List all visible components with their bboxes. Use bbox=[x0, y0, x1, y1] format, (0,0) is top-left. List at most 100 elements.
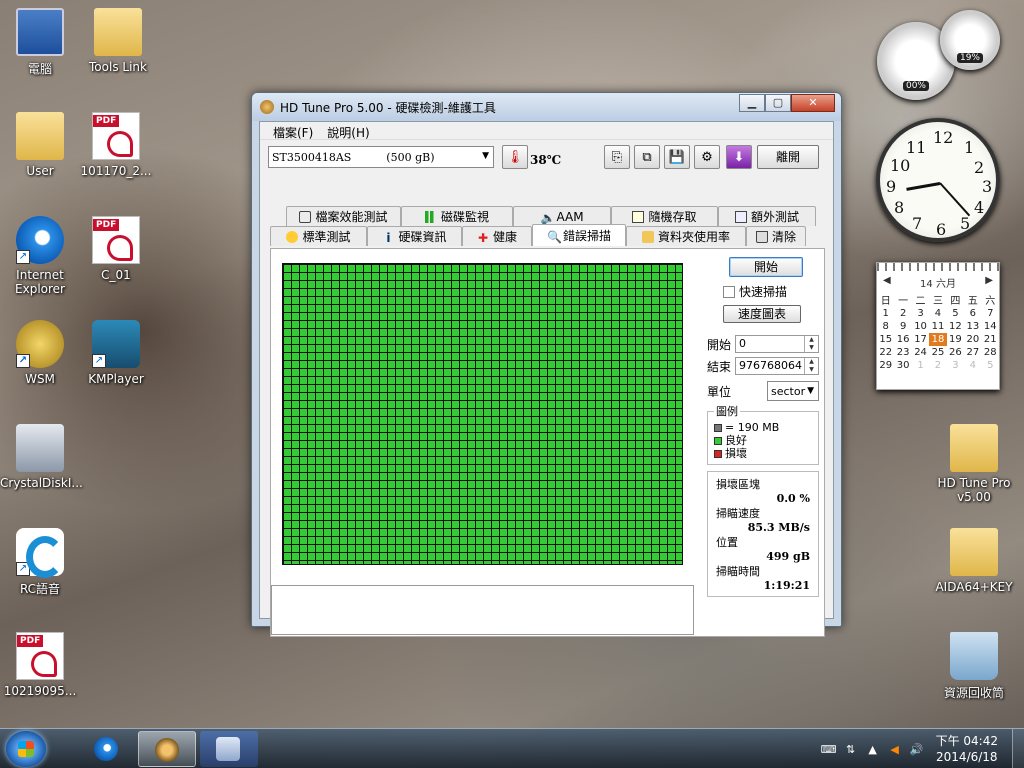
flag-icon[interactable]: ◀ bbox=[886, 743, 904, 756]
tab-benchmark[interactable]: 標準測試 bbox=[270, 226, 367, 246]
position-label: 位置 bbox=[716, 536, 738, 549]
tab-disk-monitor[interactable]: 磁碟監視 bbox=[401, 206, 513, 226]
calendar-next-icon[interactable]: ▶ bbox=[985, 275, 993, 290]
minimize-button[interactable]: ▁ bbox=[739, 94, 765, 112]
quick-scan-checkbox[interactable] bbox=[723, 285, 735, 298]
tab-health[interactable]: ✚ 健康 bbox=[462, 226, 532, 246]
calendar-day[interactable]: 19 bbox=[947, 333, 964, 346]
calendar-day[interactable]: 13 bbox=[964, 320, 981, 333]
tab-info[interactable]: i 硬碟資訊 bbox=[367, 226, 462, 246]
desktop-icon-rc-voice[interactable]: ↗ RC語音 bbox=[0, 528, 80, 597]
menu-file[interactable]: 檔案(F) bbox=[266, 122, 320, 140]
calendar-day[interactable]: 22 bbox=[877, 346, 894, 359]
network-icon[interactable]: ⇅ bbox=[842, 743, 860, 756]
calendar-day[interactable]: 24 bbox=[912, 346, 929, 359]
tab-file-benchmark[interactable]: 檔案效能測試 bbox=[286, 206, 401, 226]
unit-select[interactable]: sector ▼ bbox=[767, 381, 819, 401]
calendar-day[interactable]: 8 bbox=[877, 320, 894, 333]
calendar-day[interactable]: 29 bbox=[877, 359, 894, 372]
spinner-arrows-icon[interactable]: ▲ ▼ bbox=[804, 336, 818, 352]
desktop-icon-pdf-101170[interactable]: 101170_2... bbox=[76, 112, 156, 178]
options-button[interactable]: ⚙ bbox=[694, 145, 720, 169]
calendar-gadget[interactable]: ◀ 14 六月 ▶ 日 一 二 三 四 五 六 1 2 3 4 5 6 7 8 9 10 11 12 1… bbox=[876, 262, 1000, 390]
taskbar-disk-tool[interactable] bbox=[200, 731, 258, 767]
desktop-icon-kmplayer[interactable]: ↗ KMPlayer bbox=[76, 320, 156, 386]
calendar-day[interactable]: 11 bbox=[929, 320, 946, 333]
drive-select[interactable]: ST3500418AS (500 gB) ▼ bbox=[268, 146, 494, 168]
start-button[interactable] bbox=[6, 731, 46, 767]
tab-random-access[interactable]: 隨機存取 bbox=[611, 206, 718, 226]
calendar-day[interactable]: 16 bbox=[894, 333, 911, 346]
desktop-icon-computer[interactable]: 電腦 bbox=[0, 8, 80, 77]
clock-gadget[interactable]: 12 1 2 3 4 5 6 7 8 9 10 11 bbox=[876, 118, 1000, 242]
desktop-icon-pdf-10219095[interactable]: 10219095... bbox=[0, 632, 80, 698]
calendar-day[interactable]: 17 bbox=[912, 333, 929, 346]
tab-aam[interactable]: 🔈 AAM bbox=[513, 206, 611, 226]
memory-meter-gadget[interactable]: 19% bbox=[940, 10, 1000, 70]
taskbar-hdtune[interactable] bbox=[138, 731, 196, 767]
tab-erase[interactable]: 清除 bbox=[746, 226, 806, 246]
taskbar-clock[interactable]: 下午 04:42 2014/6/18 bbox=[936, 733, 998, 765]
desktop-icon-crystaldiskinfo[interactable]: CrystalDiskI... bbox=[0, 424, 83, 490]
start-scan-button[interactable]: 開始 bbox=[729, 257, 803, 277]
calendar-day[interactable]: 4 bbox=[929, 307, 946, 320]
hdtune-app-icon bbox=[260, 100, 274, 114]
calendar-day[interactable]: 14 bbox=[982, 320, 999, 333]
calendar-day[interactable]: 4 bbox=[964, 359, 981, 372]
tab-error-scan[interactable]: 🔍 錯誤掃描 bbox=[532, 224, 626, 246]
keyboard-icon[interactable]: ⌨ bbox=[820, 743, 838, 756]
desktop-icon-internet-explorer[interactable]: ↗ Internet Explorer bbox=[0, 216, 80, 296]
desktop-icon-pdf-c01[interactable]: C_01 bbox=[76, 216, 156, 282]
calendar-day[interactable]: 3 bbox=[912, 307, 929, 320]
calendar-day[interactable]: 20 bbox=[964, 333, 981, 346]
show-hidden-icons-icon[interactable]: ▲ bbox=[864, 743, 882, 756]
download-button[interactable]: ⬇ bbox=[726, 145, 752, 169]
tab-folder-usage[interactable]: 資料夾使用率 bbox=[626, 226, 746, 246]
calendar-day[interactable]: 1 bbox=[877, 307, 894, 320]
calendar-day[interactable]: 26 bbox=[947, 346, 964, 359]
maximize-button[interactable]: ▢ bbox=[765, 94, 791, 112]
calendar-day[interactable]: 28 bbox=[982, 346, 999, 359]
rc-voice-icon: ↗ bbox=[16, 528, 64, 578]
calendar-day[interactable]: 27 bbox=[964, 346, 981, 359]
calendar-day[interactable]: 21 bbox=[982, 333, 999, 346]
speed-chart-button[interactable]: 速度圖表 bbox=[723, 305, 801, 323]
taskbar-internet-explorer[interactable] bbox=[78, 731, 136, 767]
desktop-icon-recycle-bin[interactable]: 資源回收筒 bbox=[934, 632, 1014, 701]
desktop-icon-hdtune-folder[interactable]: HD Tune Pro v5.00 bbox=[934, 424, 1014, 504]
calendar-day[interactable]: 15 bbox=[877, 333, 894, 346]
tab-extra-tests[interactable]: 額外測試 bbox=[718, 206, 816, 226]
menu-help[interactable]: 說明(H) bbox=[320, 122, 376, 140]
spinner-arrows-icon[interactable]: ▲ ▼ bbox=[804, 358, 818, 374]
calendar-day[interactable]: 7 bbox=[982, 307, 999, 320]
calendar-day[interactable]: 5 bbox=[947, 307, 964, 320]
save-button[interactable]: 💾 bbox=[664, 145, 690, 169]
exit-button[interactable]: 離開 bbox=[757, 145, 819, 169]
calendar-day[interactable]: 2 bbox=[929, 359, 946, 372]
calendar-day[interactable]: 2 bbox=[894, 307, 911, 320]
calendar-day[interactable]: 5 bbox=[982, 359, 999, 372]
volume-icon[interactable]: 🔊 bbox=[908, 743, 926, 756]
desktop-icon-wsm[interactable]: ↗ WSM bbox=[0, 320, 80, 386]
calendar-day[interactable]: 30 bbox=[894, 359, 911, 372]
copy-text-button[interactable]: ⎘ bbox=[604, 145, 630, 169]
calendar-day[interactable]: 1 bbox=[912, 359, 929, 372]
calendar-day[interactable]: 23 bbox=[894, 346, 911, 359]
calendar-prev-icon[interactable]: ◀ bbox=[883, 275, 891, 290]
calendar-day[interactable]: 6 bbox=[964, 307, 981, 320]
copy-screenshot-button[interactable]: ⧉ bbox=[634, 145, 660, 169]
desktop-icon-tools-link[interactable]: Tools Link bbox=[78, 8, 158, 74]
calendar-day[interactable]: 10 bbox=[912, 320, 929, 333]
calendar-day[interactable]: 12 bbox=[947, 320, 964, 333]
title-bar[interactable]: HD Tune Pro 5.00 - 硬碟檢測-維護工具 ▁ ▢ ✕ bbox=[252, 93, 841, 121]
desktop-icon-aida64-folder[interactable]: AIDA64+KEY bbox=[934, 528, 1014, 594]
start-position-input[interactable]: 0 ▲ ▼ bbox=[735, 335, 819, 353]
close-button[interactable]: ✕ bbox=[791, 94, 835, 112]
calendar-day[interactable]: 3 bbox=[947, 359, 964, 372]
desktop-icon-user[interactable]: User bbox=[0, 112, 80, 178]
calendar-day[interactable]: 9 bbox=[894, 320, 911, 333]
show-desktop-button[interactable] bbox=[1012, 729, 1024, 768]
calendar-day[interactable]: 18 bbox=[929, 333, 947, 346]
calendar-day[interactable]: 25 bbox=[929, 346, 946, 359]
end-position-input[interactable]: 976768064 ▲ ▼ bbox=[735, 357, 819, 375]
